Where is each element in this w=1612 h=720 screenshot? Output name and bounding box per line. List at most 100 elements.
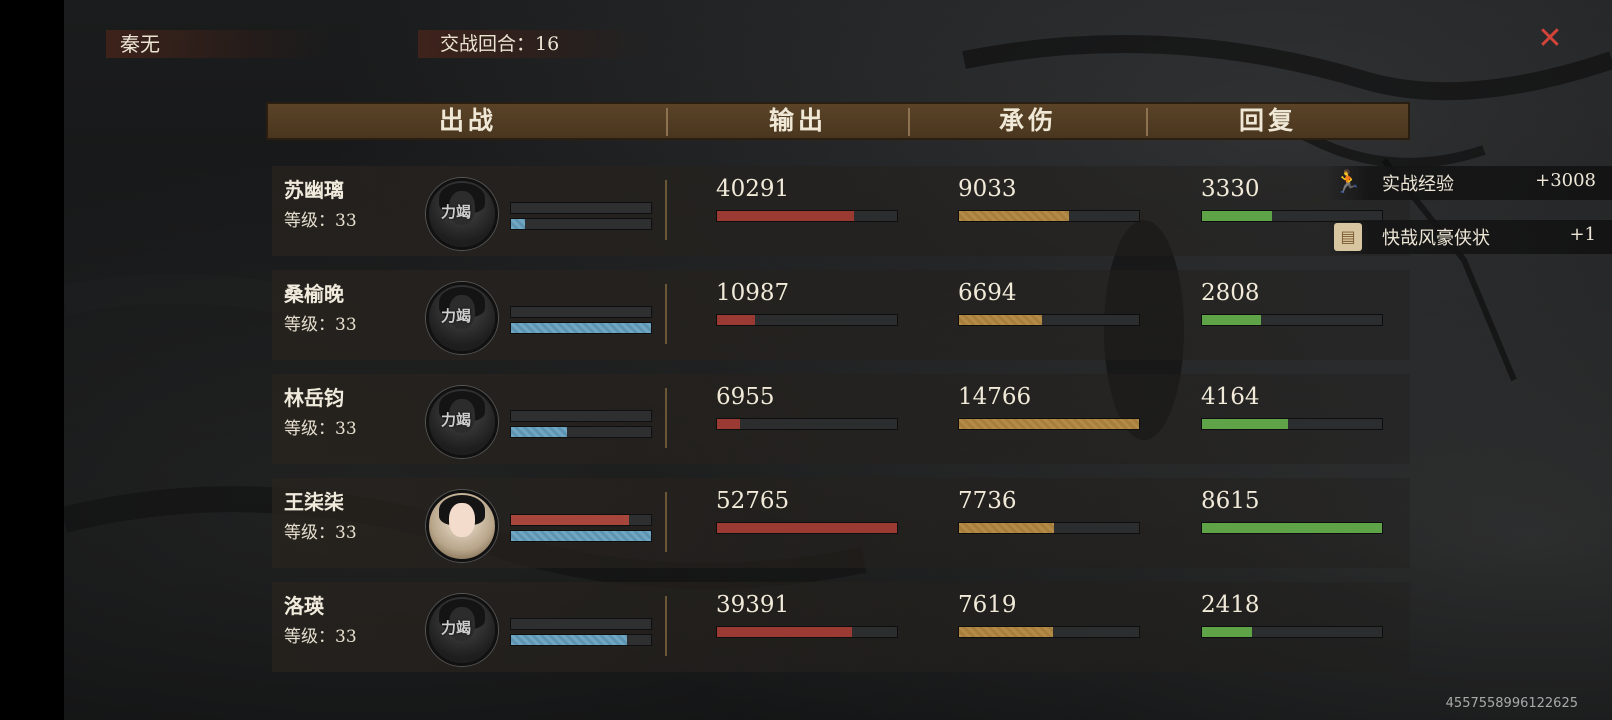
mp-bar-fill bbox=[511, 219, 525, 229]
battle-round-banner: 交战回合：16 bbox=[418, 30, 650, 58]
taken-bar-fill bbox=[959, 419, 1139, 429]
taken-value: 6694 bbox=[958, 280, 1017, 306]
heal-bar-fill bbox=[1202, 523, 1382, 533]
mp-bar bbox=[510, 530, 652, 542]
character-portrait[interactable]: 力竭 bbox=[426, 594, 498, 666]
output-bar-fill bbox=[717, 419, 741, 429]
character-row: 洛瑛等级：33 力竭 39391 7619 2418 bbox=[272, 582, 1410, 672]
row-divider bbox=[665, 492, 667, 552]
mp-bar bbox=[510, 426, 652, 438]
header-deploy: 出战 bbox=[438, 106, 497, 135]
reward-label: 快哉风豪侠状 bbox=[1382, 228, 1490, 249]
heal-bar bbox=[1201, 522, 1383, 534]
mp-bar-fill bbox=[511, 323, 651, 333]
character-level: 等级：33 bbox=[284, 523, 357, 543]
output-bar bbox=[716, 626, 898, 638]
character-portrait[interactable] bbox=[426, 490, 498, 562]
output-value: 39391 bbox=[716, 592, 790, 618]
character-name: 洛瑛 bbox=[284, 594, 324, 618]
player-id: 4557558996122625 bbox=[1445, 696, 1578, 711]
row-divider bbox=[665, 388, 667, 448]
character-row: 王柒柒 等级：33 52765 7736 8615 bbox=[272, 478, 1410, 568]
taken-value: 9033 bbox=[958, 176, 1017, 202]
taken-bar-fill bbox=[959, 211, 1069, 221]
taken-bar-fill bbox=[959, 315, 1042, 325]
exhausted-stamp: 力竭 bbox=[441, 619, 472, 637]
hp-bar bbox=[510, 202, 652, 214]
heal-bar bbox=[1201, 418, 1383, 430]
output-bar-fill bbox=[717, 627, 852, 637]
close-icon[interactable]: ✕ bbox=[1535, 24, 1565, 54]
taken-bar bbox=[958, 314, 1140, 326]
character-name: 王柒柒 bbox=[284, 490, 344, 514]
character-row: 林岳钧 等级：33 力竭 6955 14766 4164 bbox=[272, 374, 1410, 464]
output-value: 40291 bbox=[716, 176, 790, 202]
scroll-icon: ▤ bbox=[1334, 223, 1362, 251]
heal-value: 2808 bbox=[1201, 280, 1260, 306]
heal-value: 3330 bbox=[1201, 176, 1260, 202]
output-bar bbox=[716, 210, 898, 222]
portrait-face bbox=[449, 503, 475, 537]
output-bar-fill bbox=[717, 211, 854, 221]
output-value: 6955 bbox=[716, 384, 775, 410]
heal-bar-fill bbox=[1202, 211, 1273, 221]
header-output: 输出 bbox=[768, 106, 827, 135]
hp-bar bbox=[510, 618, 652, 630]
taken-bar-fill bbox=[959, 523, 1055, 533]
header-taken: 承伤 bbox=[998, 106, 1057, 135]
hp-bar bbox=[510, 410, 652, 422]
output-value: 10987 bbox=[716, 280, 790, 306]
output-bar bbox=[716, 418, 898, 430]
mp-bar bbox=[510, 634, 652, 646]
exhausted-stamp: 力竭 bbox=[441, 203, 472, 221]
mp-bar-fill bbox=[511, 427, 567, 437]
character-row: 桑榆晚等级：33 力竭 10987 6694 2808 bbox=[272, 270, 1410, 360]
reward-value: +1 bbox=[1569, 224, 1596, 245]
mp-bar bbox=[510, 218, 652, 230]
heal-bar-fill bbox=[1202, 315, 1262, 325]
heal-bar-fill bbox=[1202, 419, 1289, 429]
character-portrait[interactable]: 力竭 bbox=[426, 178, 498, 250]
reward-label: 实战经验 bbox=[1382, 174, 1454, 195]
output-bar bbox=[716, 314, 898, 326]
heal-value: 2418 bbox=[1201, 592, 1260, 618]
taken-bar bbox=[958, 522, 1140, 534]
taken-bar bbox=[958, 626, 1140, 638]
mp-bar-fill bbox=[511, 635, 628, 645]
heal-value: 4164 bbox=[1201, 384, 1260, 410]
hp-bar bbox=[510, 514, 652, 526]
character-name: 桑榆晚 bbox=[284, 282, 344, 306]
mp-bar-fill bbox=[511, 531, 651, 541]
running-figure-icon: 🏃 bbox=[1334, 170, 1362, 195]
row-divider bbox=[665, 180, 667, 240]
heal-bar bbox=[1201, 314, 1383, 326]
heal-bar-fill bbox=[1202, 627, 1253, 637]
exhausted-stamp: 力竭 bbox=[441, 411, 472, 429]
header-divider bbox=[666, 108, 668, 136]
heal-value: 8615 bbox=[1201, 488, 1260, 514]
character-level: 等级：33 bbox=[284, 627, 357, 647]
taken-bar bbox=[958, 210, 1140, 222]
row-divider bbox=[665, 596, 667, 656]
header-divider bbox=[908, 108, 910, 136]
header-heal: 回复 bbox=[1238, 106, 1297, 135]
character-level: 等级：33 bbox=[284, 211, 357, 231]
taken-value: 7619 bbox=[958, 592, 1017, 618]
output-value: 52765 bbox=[716, 488, 790, 514]
taken-value: 14766 bbox=[958, 384, 1032, 410]
character-portrait[interactable]: 力竭 bbox=[426, 386, 498, 458]
heal-bar bbox=[1201, 626, 1383, 638]
output-bar bbox=[716, 522, 898, 534]
taken-bar-fill bbox=[959, 627, 1053, 637]
character-name: 林岳钧 bbox=[284, 386, 344, 410]
stats-header-bar: 出战 输出 承伤 回复 bbox=[266, 102, 1410, 140]
exhausted-stamp: 力竭 bbox=[441, 307, 472, 325]
hp-bar-fill bbox=[511, 515, 629, 525]
taken-bar bbox=[958, 418, 1140, 430]
character-row: 苏幽璃 等级：33 力竭 40291 9033 3330 bbox=[272, 166, 1410, 256]
left-black-band bbox=[0, 0, 64, 720]
row-divider bbox=[665, 284, 667, 344]
character-level: 等级：33 bbox=[284, 315, 357, 335]
header-divider bbox=[1146, 108, 1148, 136]
character-portrait[interactable]: 力竭 bbox=[426, 282, 498, 354]
